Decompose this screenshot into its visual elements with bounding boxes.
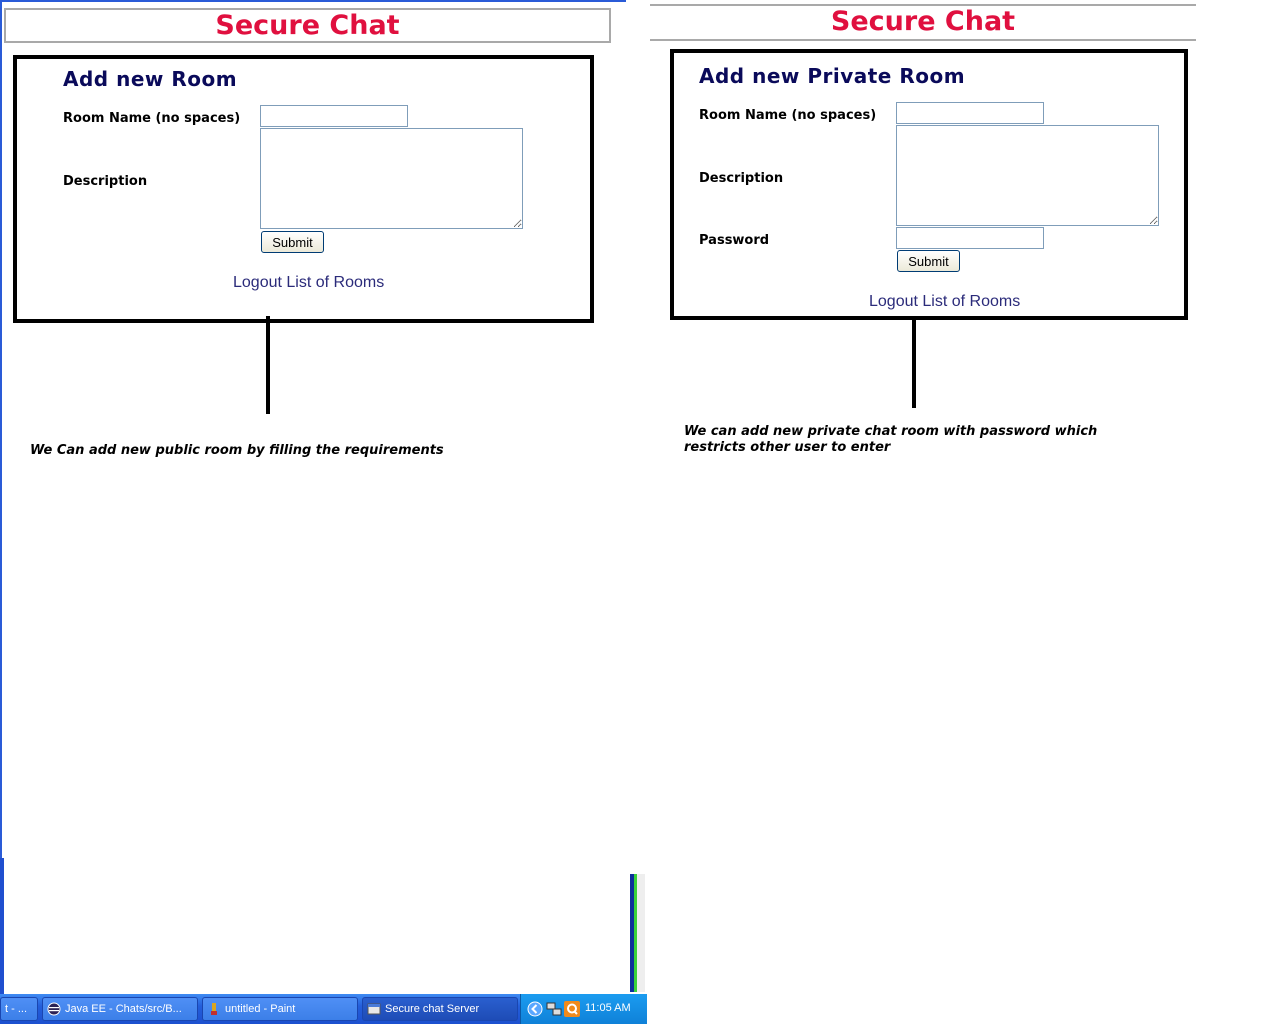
show-hidden-icon[interactable] [527,1001,543,1017]
room-name-input-private[interactable] [896,102,1044,124]
taskbar-item-0[interactable]: t - ... [0,997,38,1021]
scrollbar-stripe-gray [637,874,645,992]
panel-title: Add new Room [63,67,238,91]
submit-button[interactable]: Submit [261,231,324,253]
annotation-connector-private [912,316,916,408]
window-edge-lower [0,858,4,994]
taskbar-item-1[interactable]: Java EE - Chats/src/B... [42,997,198,1021]
window-edge [0,0,2,858]
quicktime-icon[interactable] [564,1001,580,1017]
room-name-label: Room Name (no spaces) [63,111,241,126]
taskbar-item-3[interactable]: Secure chat Server [362,997,518,1021]
header-title-private: Secure Chat [830,6,1016,37]
clock: 11:05 AM [585,1002,631,1014]
taskbar: t - ... Java EE - Chats/src/B... untitle… [0,994,647,1024]
submit-button-private[interactable]: Submit [897,250,960,272]
password-input[interactable] [896,227,1044,249]
annotation-note-line1: We can add new private chat room with pa… [684,424,1098,439]
list-of-rooms-link-private[interactable]: List of Rooms [922,293,1020,310]
java-app-icon [367,1002,381,1016]
password-label: Password [699,233,770,248]
paint-icon [207,1002,221,1016]
add-private-room-panel: Add new Private Room Room Name (no space… [670,49,1188,320]
taskbar-item-label-1: Java EE - Chats/src/B... [65,1003,182,1015]
list-of-rooms-link[interactable]: List of Rooms [286,274,384,291]
description-label-private: Description [699,171,784,186]
add-room-panel: Add new Room Room Name (no spaces) Descr… [13,55,594,323]
window-top-edge [0,0,626,2]
system-tray: 11:05 AM [520,994,647,1024]
page-header-private: Secure Chat [650,4,1196,41]
room-name-label-private: Room Name (no spaces) [699,108,877,123]
annotation-note-line2: restricts other user to enter [684,440,891,455]
logout-link[interactable]: Logout [233,274,282,291]
header-title: Secure Chat [215,10,400,41]
description-textarea-private[interactable] [896,125,1159,226]
logout-link-private[interactable]: Logout [869,293,918,310]
taskbar-item-label-2: untitled - Paint [225,1003,296,1015]
description-label: Description [63,174,148,189]
taskbar-item-label-0: t - ... [5,1003,27,1015]
taskbar-item-2[interactable]: untitled - Paint [202,997,358,1021]
footer-links-private: Logout List of Rooms [869,293,1020,311]
annotation-note-private: We can add new private chat room with pa… [684,424,1204,456]
eclipse-icon [47,1002,61,1016]
page-header: Secure Chat [4,8,611,43]
description-textarea[interactable] [260,128,523,229]
room-name-input[interactable] [260,105,408,127]
annotation-connector [266,316,270,414]
footer-links: Logout List of Rooms [233,274,384,292]
panel-title-private: Add new Private Room [699,64,966,88]
taskbar-item-label-3: Secure chat Server [385,1003,480,1015]
annotation-note: We Can add new public room by filling th… [30,443,444,458]
network-icon[interactable] [546,1001,562,1017]
